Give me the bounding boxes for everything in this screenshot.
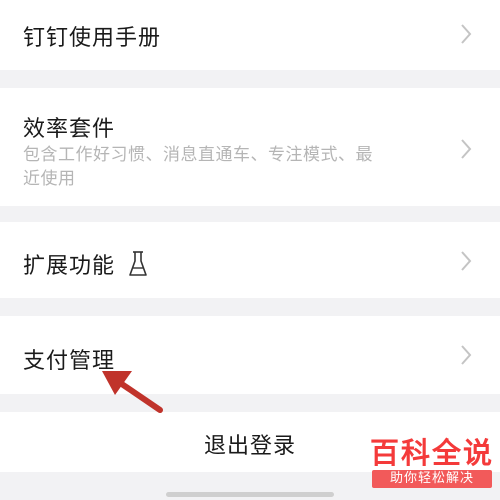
watermark-logo: 百科全说 助你轻松解决 xyxy=(366,436,498,488)
home-indicator xyxy=(166,492,334,497)
watermark-subtitle: 助你轻松解决 xyxy=(372,470,492,488)
annotation-arrow xyxy=(102,371,163,413)
watermark-title: 百科全说 xyxy=(369,436,494,470)
